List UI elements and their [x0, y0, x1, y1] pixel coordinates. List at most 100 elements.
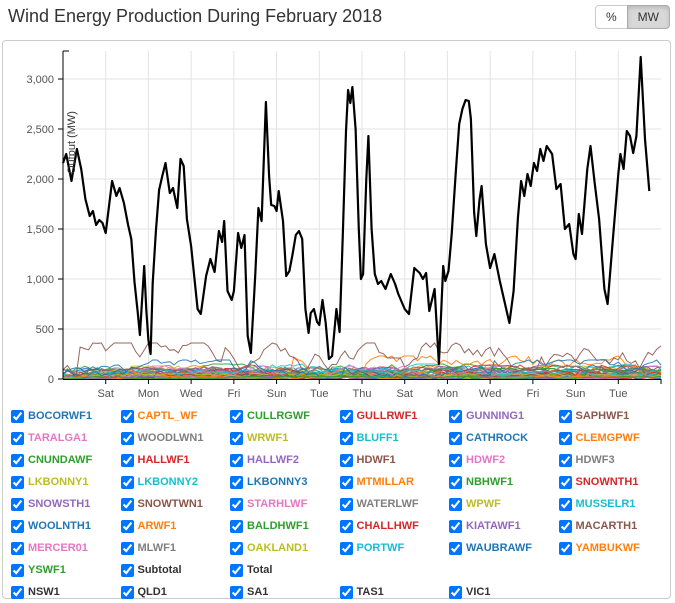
legend-item-HDWF1[interactable]: HDWF1	[338, 454, 448, 467]
legend-checkbox-TARALGA1[interactable]	[11, 432, 24, 445]
legend-checkbox-CNUNDAWF[interactable]	[11, 454, 24, 467]
legend-item-HDWF2[interactable]: HDWF2	[447, 454, 557, 467]
legend-checkbox-CATHROCK[interactable]	[449, 432, 462, 445]
legend-checkbox-WRWF1[interactable]	[230, 432, 243, 445]
legend-checkbox-ARWF1[interactable]	[121, 520, 134, 533]
legend-checkbox-SNOWTWN1[interactable]	[121, 498, 134, 511]
legend-checkbox-LKBONNY3[interactable]	[230, 476, 243, 489]
legend-checkbox-MACARTH1[interactable]	[559, 520, 572, 533]
legend-checkbox-MLWF1[interactable]	[121, 542, 134, 555]
legend-item-YAMBUKWF[interactable]: YAMBUKWF	[557, 542, 667, 555]
legend-checkbox-Subtotal[interactable]	[121, 564, 134, 577]
legend-checkbox-HDWF3[interactable]	[559, 454, 572, 467]
legend-item-TAS1[interactable]: TAS1	[338, 586, 448, 599]
legend-checkbox-SAPHWF1[interactable]	[559, 410, 572, 423]
legend-checkbox-BOCORWF1[interactable]	[11, 410, 24, 423]
legend-checkbox-TAS1[interactable]	[340, 586, 353, 599]
legend-checkbox-MERCER01[interactable]	[11, 542, 24, 555]
legend-checkbox-SNOWNTH1[interactable]	[559, 476, 572, 489]
legend-checkbox-GUNNING1[interactable]	[449, 410, 462, 423]
legend-item-CLEMGPWF[interactable]: CLEMGPWF	[557, 432, 667, 445]
legend-item-CULLRGWF[interactable]: CULLRGWF	[228, 410, 338, 423]
legend-checkbox-CLEMGPWF[interactable]	[559, 432, 572, 445]
legend-item-NBHWF1[interactable]: NBHWF1	[447, 476, 557, 489]
percent-unit-button[interactable]: %	[595, 5, 628, 29]
legend-item-HALLWF2[interactable]: HALLWF2	[228, 454, 338, 467]
legend-checkbox-KIATAWF1[interactable]	[449, 520, 462, 533]
legend-item-LKBONNY1[interactable]: LKBONNY1	[9, 476, 119, 489]
legend-item-YSWF1[interactable]: YSWF1	[9, 564, 119, 577]
legend-item-MLWF1[interactable]: MLWF1	[119, 542, 229, 555]
legend-checkbox-GULLRWF1[interactable]	[340, 410, 353, 423]
legend-item-MERCER01[interactable]: MERCER01	[9, 542, 119, 555]
legend-item-SNOWTWN1[interactable]: SNOWTWN1	[119, 498, 229, 511]
legend-item-MTMILLAR[interactable]: MTMILLAR	[338, 476, 448, 489]
legend-item-WPWF[interactable]: WPWF	[447, 498, 557, 511]
legend-item-CHALLHWF[interactable]: CHALLHWF	[338, 520, 448, 533]
legend-checkbox-CAPTL_WF[interactable]	[121, 410, 134, 423]
legend-item-LKBONNY3[interactable]: LKBONNY3	[228, 476, 338, 489]
legend-item-BOCORWF1[interactable]: BOCORWF1	[9, 410, 119, 423]
legend-checkbox-YAMBUKWF[interactable]	[559, 542, 572, 555]
legend-item-SNOWNTH1[interactable]: SNOWNTH1	[557, 476, 667, 489]
legend-checkbox-LKBONNY2[interactable]	[121, 476, 134, 489]
legend-item-NSW1[interactable]: NSW1	[9, 586, 119, 599]
legend-checkbox-BALDHWF1[interactable]	[230, 520, 243, 533]
legend-checkbox-PORTWF[interactable]	[340, 542, 353, 555]
legend-item-WATERLWF[interactable]: WATERLWF	[338, 498, 448, 511]
legend-item-WOODLWN1[interactable]: WOODLWN1	[119, 432, 229, 445]
legend-item-SNOWSTH1[interactable]: SNOWSTH1	[9, 498, 119, 511]
legend-item-SAPHWF1[interactable]: SAPHWF1	[557, 410, 667, 423]
legend-checkbox-WPWF[interactable]	[449, 498, 462, 511]
legend-item-QLD1[interactable]: QLD1	[119, 586, 229, 599]
legend-item-GULLRWF1[interactable]: GULLRWF1	[338, 410, 448, 423]
legend-item-CNUNDAWF[interactable]: CNUNDAWF	[9, 454, 119, 467]
legend-checkbox-MUSSELR1[interactable]	[559, 498, 572, 511]
legend-checkbox-LKBONNY1[interactable]	[11, 476, 24, 489]
legend-checkbox-BLUFF1[interactable]	[340, 432, 353, 445]
legend-checkbox-OAKLAND1[interactable]	[230, 542, 243, 555]
legend-item-OAKLAND1[interactable]: OAKLAND1	[228, 542, 338, 555]
legend-checkbox-WOODLWN1[interactable]	[121, 432, 134, 445]
legend-checkbox-NSW1[interactable]	[11, 586, 24, 599]
legend-item-BALDHWF1[interactable]: BALDHWF1	[228, 520, 338, 533]
legend-checkbox-WATERLWF[interactable]	[340, 498, 353, 511]
legend-item-WAUBRAWF[interactable]: WAUBRAWF	[447, 542, 557, 555]
legend-item-MACARTH1[interactable]: MACARTH1	[557, 520, 667, 533]
legend-checkbox-CHALLHWF[interactable]	[340, 520, 353, 533]
legend-item-Total[interactable]: Total	[228, 564, 338, 577]
legend-item-HALLWF1[interactable]: HALLWF1	[119, 454, 229, 467]
legend-item-LKBONNY2[interactable]: LKBONNY2	[119, 476, 229, 489]
legend-checkbox-QLD1[interactable]	[121, 586, 134, 599]
legend-checkbox-VIC1[interactable]	[449, 586, 462, 599]
legend-item-ARWF1[interactable]: ARWF1	[119, 520, 229, 533]
legend-item-BLUFF1[interactable]: BLUFF1	[338, 432, 448, 445]
legend-checkbox-HDWF2[interactable]	[449, 454, 462, 467]
legend-item-CAPTL_WF[interactable]: CAPTL_WF	[119, 410, 229, 423]
legend-checkbox-MTMILLAR[interactable]	[340, 476, 353, 489]
legend-checkbox-YSWF1[interactable]	[11, 564, 24, 577]
legend-checkbox-NBHWF1[interactable]	[449, 476, 462, 489]
legend-checkbox-HDWF1[interactable]	[340, 454, 353, 467]
legend-item-SA1[interactable]: SA1	[228, 586, 338, 599]
legend-checkbox-STARHLWF[interactable]	[230, 498, 243, 511]
legend-item-CATHROCK[interactable]: CATHROCK	[447, 432, 557, 445]
legend-item-KIATAWF1[interactable]: KIATAWF1	[447, 520, 557, 533]
legend-checkbox-SA1[interactable]	[230, 586, 243, 599]
legend-item-MUSSELR1[interactable]: MUSSELR1	[557, 498, 667, 511]
legend-item-VIC1[interactable]: VIC1	[447, 586, 557, 599]
legend-item-GUNNING1[interactable]: GUNNING1	[447, 410, 557, 423]
legend-item-WOOLNTH1[interactable]: WOOLNTH1	[9, 520, 119, 533]
legend-checkbox-HALLWF1[interactable]	[121, 454, 134, 467]
legend-item-STARHLWF[interactable]: STARHLWF	[228, 498, 338, 511]
legend-item-TARALGA1[interactable]: TARALGA1	[9, 432, 119, 445]
legend-item-WRWF1[interactable]: WRWF1	[228, 432, 338, 445]
legend-checkbox-WAUBRAWF[interactable]	[449, 542, 462, 555]
legend-item-PORTWF[interactable]: PORTWF	[338, 542, 448, 555]
legend-checkbox-HALLWF2[interactable]	[230, 454, 243, 467]
legend-item-Subtotal[interactable]: Subtotal	[119, 564, 229, 577]
legend-checkbox-SNOWSTH1[interactable]	[11, 498, 24, 511]
legend-item-HDWF3[interactable]: HDWF3	[557, 454, 667, 467]
legend-checkbox-Total[interactable]	[230, 564, 243, 577]
legend-checkbox-WOOLNTH1[interactable]	[11, 520, 24, 533]
